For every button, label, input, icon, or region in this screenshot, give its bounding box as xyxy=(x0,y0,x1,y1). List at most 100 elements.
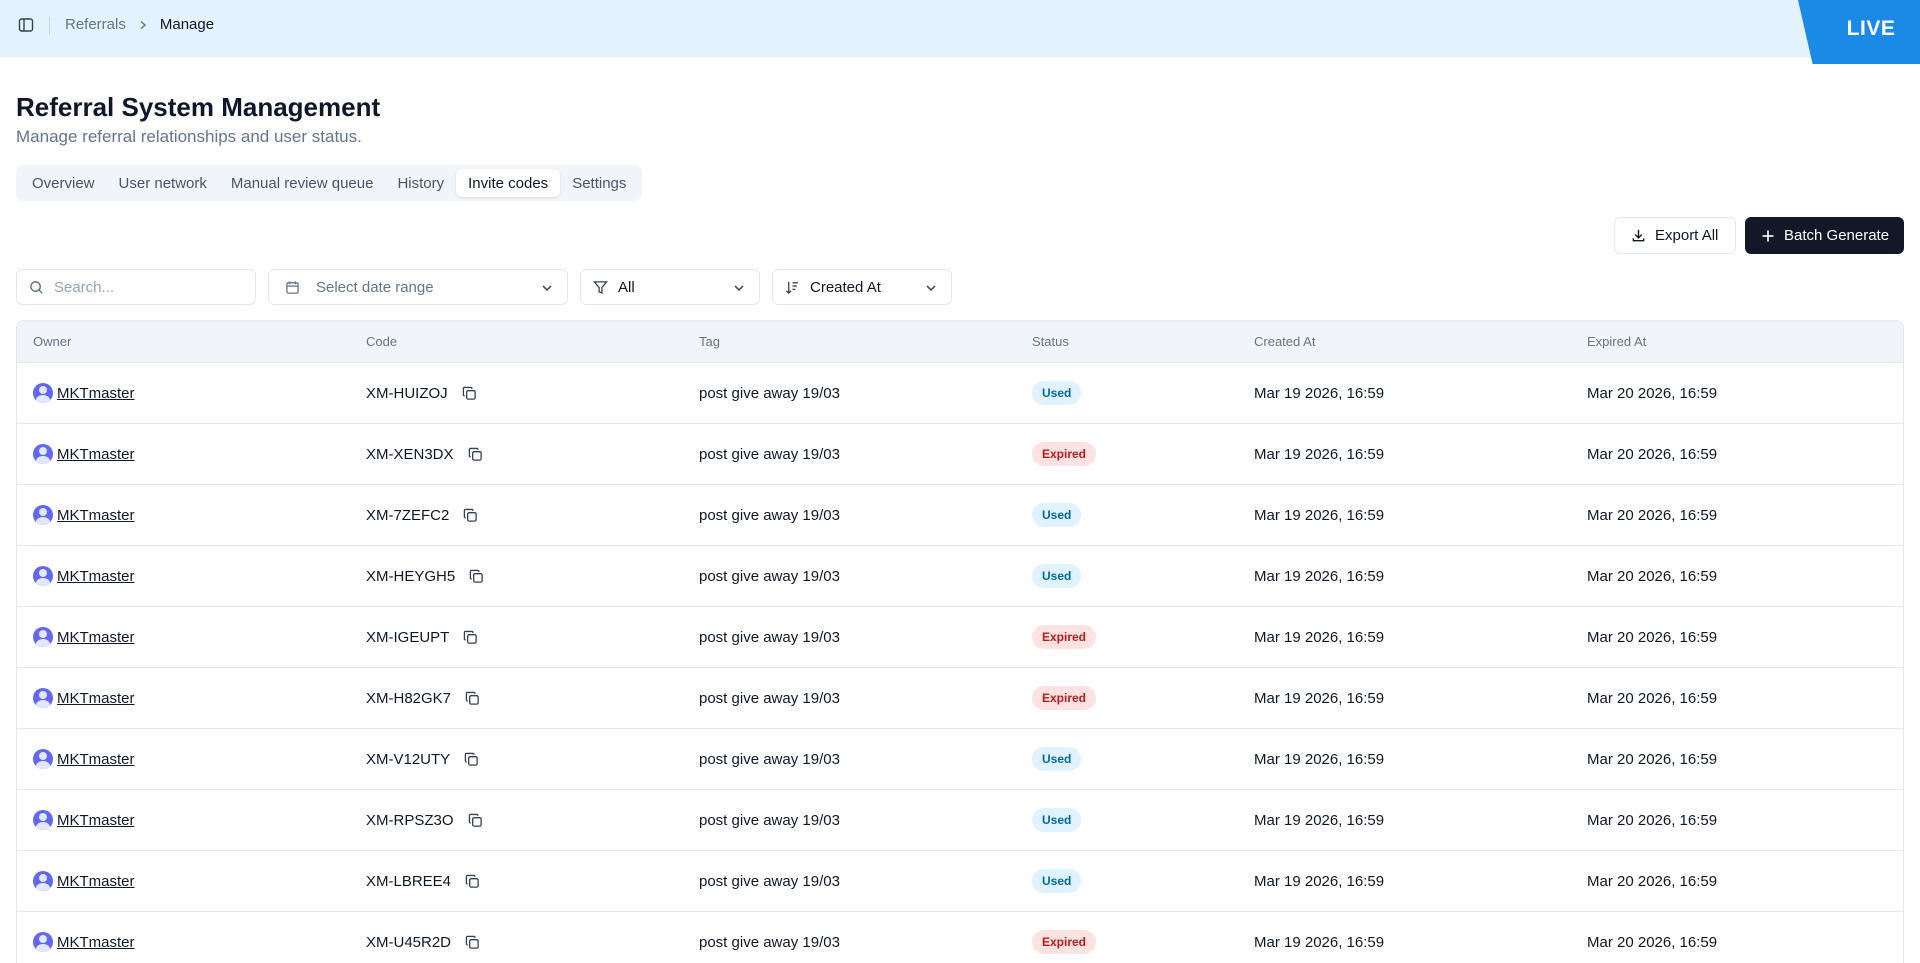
column-header-expired-at: Expired At xyxy=(1587,334,1647,349)
expired-at-cell: Mar 20 2026, 16:59 xyxy=(1587,384,1718,402)
status-cell: Used xyxy=(1032,381,1082,405)
copy-icon[interactable] xyxy=(465,935,480,950)
column-header-created-at: Created At xyxy=(1254,334,1316,349)
owner-link[interactable]: MKTmaster xyxy=(57,690,135,707)
status-cell: Used xyxy=(1032,564,1082,588)
table-header: Owner Code Tag Status Created At Expired… xyxy=(17,321,1903,363)
copy-icon[interactable] xyxy=(464,752,479,767)
invite-code: XM-7ZEFC2 xyxy=(366,506,450,524)
copy-icon[interactable] xyxy=(465,874,480,889)
search-input[interactable]: Search... xyxy=(16,269,256,305)
status-badge: Used xyxy=(1032,503,1082,527)
breadcrumb-referrals-link[interactable]: Referrals xyxy=(65,16,126,33)
invite-code: XM-V12UTY xyxy=(366,750,451,768)
table-row: MKTmaster XM-V12UTY post give away 19/03 Us… xyxy=(17,729,1903,790)
copy-icon[interactable] xyxy=(462,386,477,401)
page-title: Referral System Management xyxy=(16,92,381,122)
expired-at-cell: Mar 20 2026, 16:59 xyxy=(1587,567,1718,585)
chevron-down-icon xyxy=(733,281,745,298)
avatar xyxy=(33,688,53,708)
owner-link[interactable]: MKTmaster xyxy=(57,568,135,585)
avatar xyxy=(33,627,53,647)
owner-cell: MKTmaster xyxy=(33,810,135,830)
status-badge: Expired xyxy=(1032,442,1097,466)
calendar-icon xyxy=(285,280,300,295)
avatar xyxy=(33,566,53,586)
owner-link[interactable]: MKTmaster xyxy=(57,873,135,890)
table-row: MKTmaster XM-HUIZOJ post give away 19/03 Us… xyxy=(17,363,1903,424)
invite-code: XM-HUIZOJ xyxy=(366,384,448,402)
expired-at-cell: Mar 20 2026, 16:59 xyxy=(1587,933,1718,951)
invite-code: XM-HEYGH5 xyxy=(366,567,456,585)
chevron-down-icon xyxy=(541,281,553,298)
tag-cell: post give away 19/03 xyxy=(699,811,840,829)
status-filter-select[interactable]: All xyxy=(580,269,760,305)
date-range-picker[interactable]: Select date range xyxy=(268,269,568,305)
status-cell: Used xyxy=(1032,747,1082,771)
avatar xyxy=(33,749,53,769)
copy-icon[interactable] xyxy=(465,691,480,706)
copy-icon[interactable] xyxy=(469,569,484,584)
tag-cell: post give away 19/03 xyxy=(699,384,840,402)
copy-icon[interactable] xyxy=(463,630,478,645)
filter-icon xyxy=(593,280,608,295)
copy-icon[interactable] xyxy=(468,447,483,462)
invite-code: XM-IGEUPT xyxy=(366,628,450,646)
sidebar-toggle-icon[interactable] xyxy=(16,15,36,35)
code-cell: XM-IGEUPT xyxy=(366,629,478,646)
owner-link[interactable]: MKTmaster xyxy=(57,385,135,402)
tag-cell: post give away 19/03 xyxy=(699,445,840,463)
created-at-cell: Mar 19 2026, 16:59 xyxy=(1254,384,1385,402)
created-at-cell: Mar 19 2026, 16:59 xyxy=(1254,506,1385,524)
tag-cell: post give away 19/03 xyxy=(699,750,840,768)
status-cell: Used xyxy=(1032,808,1082,832)
copy-icon[interactable] xyxy=(468,813,483,828)
expired-at-cell: Mar 20 2026, 16:59 xyxy=(1587,872,1718,890)
owner-cell: MKTmaster xyxy=(33,627,135,647)
tab-settings[interactable]: Settings xyxy=(560,169,638,197)
owner-link[interactable]: MKTmaster xyxy=(57,446,135,463)
table-row: MKTmaster XM-7ZEFC2 post give away 19/03 Us… xyxy=(17,485,1903,546)
expired-at-cell: Mar 20 2026, 16:59 xyxy=(1587,445,1718,463)
avatar xyxy=(33,932,53,952)
tag-cell: post give away 19/03 xyxy=(699,689,840,707)
environment-badge: LIVE xyxy=(1798,0,1920,64)
sort-select[interactable]: Created At xyxy=(772,269,952,305)
owner-link[interactable]: MKTmaster xyxy=(57,751,135,768)
column-header-code: Code xyxy=(366,334,398,349)
table-row: MKTmaster XM-LBREE4 post give away 19/03 Us… xyxy=(17,851,1903,912)
toolbar-divider xyxy=(49,17,50,35)
invite-code: XM-H82GK7 xyxy=(366,689,452,707)
status-badge: Used xyxy=(1032,564,1082,588)
export-all-button[interactable]: Export All xyxy=(1614,217,1736,254)
copy-icon[interactable] xyxy=(463,508,478,523)
owner-cell: MKTmaster xyxy=(33,383,135,403)
sort-value: Created At xyxy=(810,278,881,296)
chevron-right-icon xyxy=(138,20,148,30)
code-cell: XM-V12UTY xyxy=(366,751,479,768)
batch-generate-button[interactable]: Batch Generate xyxy=(1745,217,1904,254)
status-cell: Expired xyxy=(1032,625,1097,649)
owner-link[interactable]: MKTmaster xyxy=(57,812,135,829)
status-cell: Expired xyxy=(1032,442,1097,466)
page-subtitle: Manage referral relationships and user s… xyxy=(16,127,362,146)
code-cell: XM-RPSZ3O xyxy=(366,812,483,829)
owner-cell: MKTmaster xyxy=(33,505,135,525)
owner-cell: MKTmaster xyxy=(33,688,135,708)
owner-link[interactable]: MKTmaster xyxy=(57,507,135,524)
created-at-cell: Mar 19 2026, 16:59 xyxy=(1254,689,1385,707)
tab-user-network[interactable]: User network xyxy=(107,169,219,197)
search-placeholder: Search... xyxy=(54,278,115,296)
tab-manual-review-queue[interactable]: Manual review queue xyxy=(219,169,386,197)
tab-invite-codes[interactable]: Invite codes xyxy=(456,169,561,197)
owner-link[interactable]: MKTmaster xyxy=(57,934,135,951)
code-cell: XM-LBREE4 xyxy=(366,873,480,890)
owner-link[interactable]: MKTmaster xyxy=(57,629,135,646)
tab-overview[interactable]: Overview xyxy=(20,169,107,197)
breadcrumb-current: Manage xyxy=(159,16,215,33)
created-at-cell: Mar 19 2026, 16:59 xyxy=(1254,872,1385,890)
code-cell: XM-HUIZOJ xyxy=(366,385,477,402)
status-cell: Expired xyxy=(1032,930,1097,954)
invite-code: XM-U45R2D xyxy=(366,933,452,951)
tab-history[interactable]: History xyxy=(385,169,456,197)
